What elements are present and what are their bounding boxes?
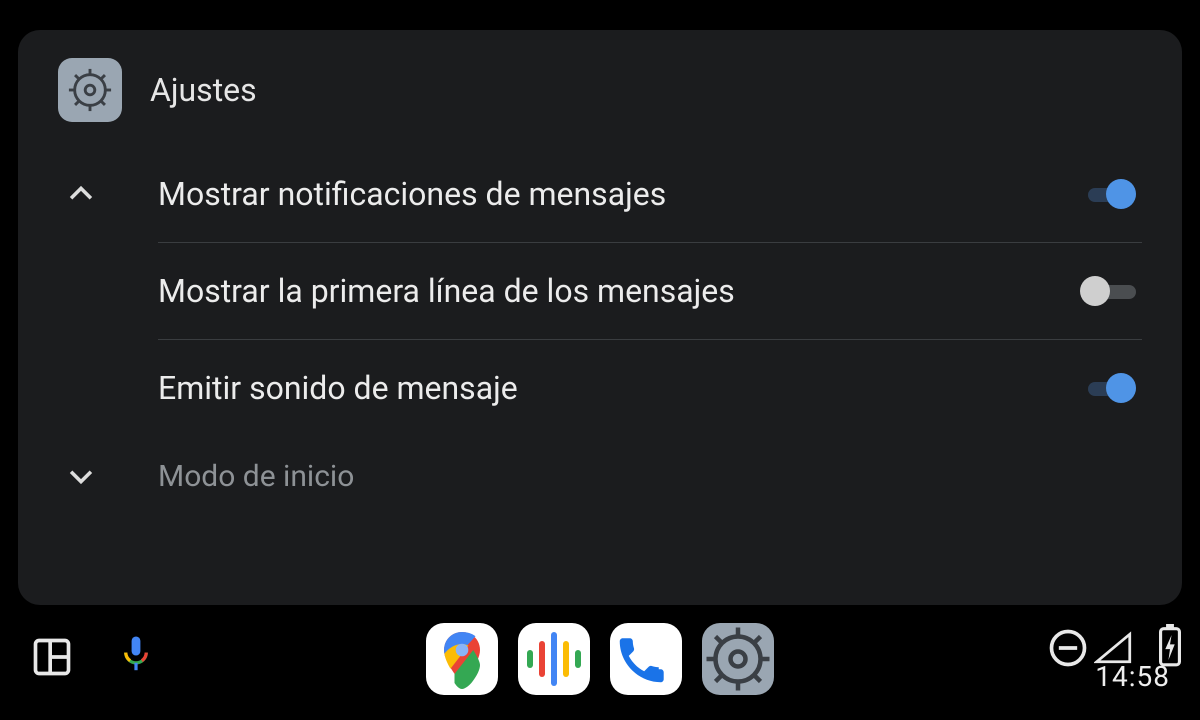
toggle-show-first-line[interactable] bbox=[1080, 275, 1136, 307]
dock-app-maps[interactable] bbox=[426, 623, 498, 695]
signal-icon bbox=[1094, 626, 1130, 656]
dock-app-phone[interactable] bbox=[610, 623, 682, 695]
panel-header: Ajustes bbox=[58, 58, 1142, 122]
toggle-message-sound[interactable] bbox=[1080, 372, 1136, 404]
dnd-icon[interactable] bbox=[1046, 626, 1076, 656]
chevron-down-icon[interactable] bbox=[58, 459, 158, 493]
setting-section-start-mode[interactable]: Modo de inicio bbox=[58, 436, 1142, 516]
dock-app-settings[interactable] bbox=[702, 623, 774, 695]
chevron-up-icon[interactable] bbox=[58, 177, 158, 211]
clock: 14:58 bbox=[1095, 660, 1170, 693]
battery-charging-icon bbox=[1148, 624, 1170, 658]
page-title: Ajustes bbox=[150, 71, 257, 109]
setting-row-show-first-line[interactable]: Mostrar la primera línea de los mensajes bbox=[58, 243, 1142, 339]
settings-app-icon bbox=[58, 58, 122, 122]
section-label: Modo de inicio bbox=[158, 459, 1142, 494]
bottom-dock: 14:58 bbox=[0, 605, 1200, 720]
toggle-show-notifications[interactable] bbox=[1080, 178, 1136, 210]
dashboard-icon[interactable] bbox=[30, 635, 74, 683]
settings-list: Mostrar notificaciones de mensajes Mostr… bbox=[58, 146, 1142, 595]
dock-app-podcasts[interactable] bbox=[518, 623, 590, 695]
setting-label: Mostrar notificaciones de mensajes bbox=[158, 175, 1052, 213]
setting-row-message-sound[interactable]: Emitir sonido de mensaje bbox=[58, 340, 1142, 436]
settings-panel: Ajustes Mostrar notificaciones de mensaj… bbox=[18, 30, 1182, 605]
setting-row-show-notifications[interactable]: Mostrar notificaciones de mensajes bbox=[58, 146, 1142, 242]
setting-label: Emitir sonido de mensaje bbox=[158, 369, 1052, 407]
setting-label: Mostrar la primera línea de los mensajes bbox=[158, 272, 1052, 310]
mic-icon[interactable] bbox=[114, 635, 158, 683]
